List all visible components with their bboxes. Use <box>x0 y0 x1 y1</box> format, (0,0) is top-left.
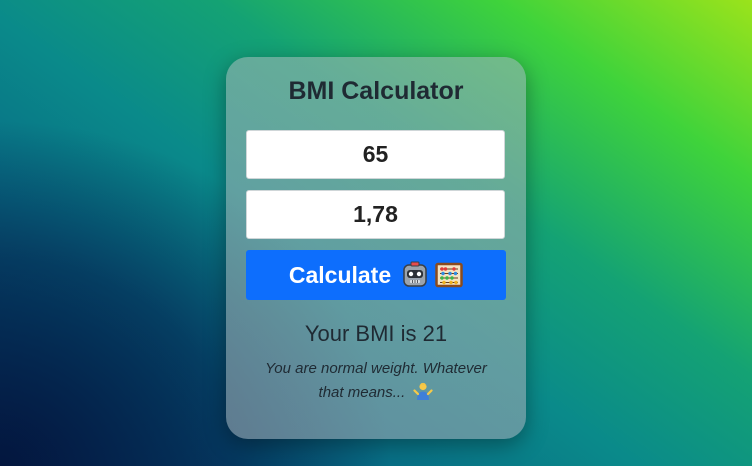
bmi-note-text: You are normal weight. Whatever that mea… <box>265 360 487 401</box>
abacus-icon <box>435 261 463 289</box>
calculate-button-label: Calculate <box>288 261 392 288</box>
height-input[interactable] <box>246 190 505 239</box>
calculate-button[interactable]: Calculate <box>246 250 506 300</box>
person-shrugging-icon <box>413 381 434 401</box>
page-title: BMI Calculator <box>288 77 464 105</box>
bmi-result: Your BMI is 21 <box>304 321 448 346</box>
weight-input[interactable] <box>246 130 505 179</box>
bmi-note: You are normal weight. Whatever that mea… <box>256 357 496 405</box>
bmi-card: BMI Calculator Calculate <box>226 57 526 439</box>
robot-icon <box>401 261 429 289</box>
